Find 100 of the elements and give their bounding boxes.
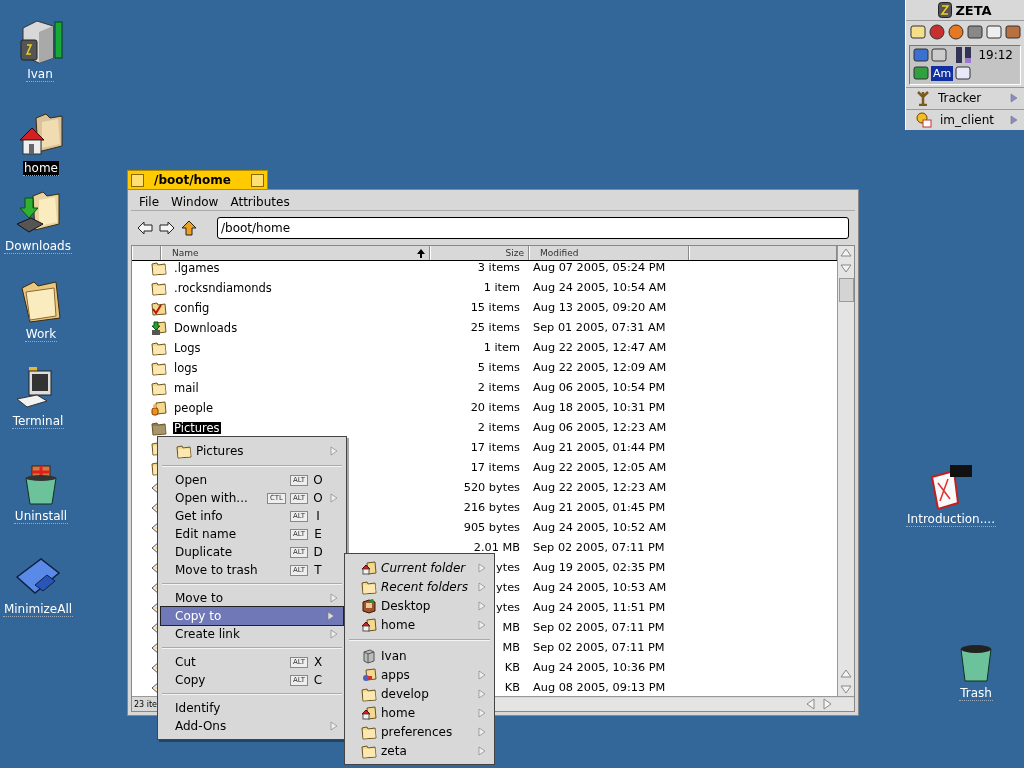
menu-item[interactable]: Recent folders xyxy=(345,577,494,596)
file-size: 3 items xyxy=(477,262,520,274)
menu-title[interactable]: File xyxy=(139,194,160,209)
file-name[interactable]: .lgames xyxy=(173,262,221,274)
desktop-icon-label[interactable]: Ivan xyxy=(26,67,54,82)
folder-icon xyxy=(361,578,377,595)
back-arrow-icon[interactable] xyxy=(137,220,153,236)
menu-item[interactable]: home xyxy=(345,615,494,634)
file-name[interactable]: people xyxy=(173,402,214,414)
menu-title[interactable]: Attributes xyxy=(230,194,290,209)
desktop-icon-label[interactable]: Uninstall xyxy=(13,509,69,524)
parent-folder-icon[interactable] xyxy=(181,220,197,236)
folder-icon xyxy=(151,420,167,436)
scroll-right-arrow-icon[interactable] xyxy=(820,697,834,711)
deskbar-app-item[interactable]: im_client xyxy=(906,108,1024,130)
file-name[interactable]: logs xyxy=(173,362,199,374)
file-name[interactable]: .rocksndiamonds xyxy=(173,282,273,294)
desktop-icon-label[interactable]: home xyxy=(23,161,59,176)
file-size: 2 items xyxy=(477,382,520,394)
menu-item[interactable]: home xyxy=(345,703,494,722)
file-date: Aug 22 2005, 12:23 AM xyxy=(532,482,668,494)
desktop-icon-label[interactable]: Terminal xyxy=(11,414,65,429)
file-date: Aug 19 2005, 02:35 PM xyxy=(532,562,667,574)
download-folder-icon xyxy=(151,320,167,336)
figure-icon xyxy=(916,90,930,107)
file-date: Aug 24 2005, 10:54 AM xyxy=(532,282,668,294)
column-header[interactable]: Name xyxy=(161,246,430,260)
scroll-down-arrow-icon[interactable] xyxy=(839,682,853,696)
shortcut-key: E xyxy=(312,527,324,541)
menu-item[interactable]: zeta xyxy=(345,741,494,760)
menu-item[interactable]: Current folder xyxy=(345,558,494,577)
shortcut-key: C xyxy=(312,673,324,687)
file-date: Aug 22 2005, 12:05 AM xyxy=(532,462,668,474)
file-name[interactable]: Logs xyxy=(173,342,202,354)
meter-icon xyxy=(955,46,973,64)
file-size: MB xyxy=(502,642,520,654)
menu-item[interactable]: Copy to xyxy=(161,607,343,625)
menu-item[interactable]: apps xyxy=(345,665,494,684)
file-date: Aug 24 2005, 11:51 PM xyxy=(532,602,667,614)
vertical-scrollbar[interactable] xyxy=(837,246,854,696)
deskbar-app-item[interactable]: Tracker xyxy=(906,87,1024,109)
scroll-up-arrow-icon[interactable] xyxy=(839,667,853,681)
file-date: Aug 06 2005, 12:23 AM xyxy=(532,422,668,434)
menu-item[interactable]: Add-Ons xyxy=(158,717,346,735)
submenu-arrow-icon xyxy=(478,726,486,737)
file-size: 1 item xyxy=(483,282,520,294)
logo-text[interactable]: ZETA xyxy=(955,2,992,18)
window-tab[interactable]: /boot/home xyxy=(127,170,268,189)
submenu-arrow-icon xyxy=(478,619,486,630)
file-name[interactable]: Downloads xyxy=(173,322,239,334)
desktop-icon-label[interactable]: Work xyxy=(24,327,58,342)
folder-icon xyxy=(176,443,192,459)
menu-title[interactable]: Window xyxy=(171,194,219,209)
path-field[interactable]: /boot/home xyxy=(217,217,849,239)
submenu-arrow-icon xyxy=(330,446,338,456)
menu-item[interactable]: Move to xyxy=(158,589,346,607)
submenu-arrow-icon xyxy=(478,688,486,699)
input-method-indicator[interactable]: Am xyxy=(931,65,954,81)
scroll-up-arrow-icon[interactable] xyxy=(839,246,853,260)
submenu-arrow-icon xyxy=(478,745,486,756)
house-folder-icon xyxy=(361,704,377,721)
file-date: Aug 22 2005, 12:47 AM xyxy=(532,342,668,354)
folder-icon xyxy=(151,261,167,276)
file-date: Sep 02 2005, 07:11 PM xyxy=(532,622,666,634)
zoom-button[interactable] xyxy=(251,173,264,187)
column-header[interactable]: Size xyxy=(430,246,529,260)
scroll-thumb[interactable] xyxy=(838,278,854,302)
file-date: Sep 02 2005, 07:11 PM xyxy=(532,542,666,554)
file-size: 17 items xyxy=(470,442,520,454)
menu-item[interactable]: Ivan xyxy=(345,646,494,665)
file-size: 520 bytes xyxy=(463,482,520,494)
file-size: 25 items xyxy=(470,322,520,334)
file-date: Aug 18 2005, 10:31 PM xyxy=(532,402,667,414)
submenu-arrow-icon xyxy=(330,721,338,731)
menu-item[interactable]: develop xyxy=(345,684,494,703)
file-name[interactable]: config xyxy=(173,302,211,314)
clock[interactable]: 19:12 xyxy=(977,48,1017,62)
desktop-icon-label[interactable]: Downloads xyxy=(4,239,72,254)
column-header[interactable]: Modified xyxy=(529,246,689,260)
desktop-icon-label[interactable]: MinimizeAll xyxy=(2,602,74,617)
file-date: Aug 24 2005, 10:52 AM xyxy=(532,522,668,534)
desktop-icon-label[interactable]: Introduction.... xyxy=(906,512,996,527)
desktop-icon-label[interactable]: Trash xyxy=(959,686,993,701)
close-button[interactable] xyxy=(131,173,144,187)
file-name[interactable]: Pictures xyxy=(173,422,221,434)
menu-item[interactable]: preferences xyxy=(345,722,494,741)
submenu-arrow-icon xyxy=(1010,114,1018,125)
menu-item[interactable]: Identify xyxy=(158,699,346,717)
forward-arrow-icon[interactable] xyxy=(159,220,175,236)
scroll-left-arrow-icon[interactable] xyxy=(804,697,818,711)
menu-item[interactable]: Pictures xyxy=(158,441,346,461)
menu-item[interactable]: Create link xyxy=(158,625,346,643)
scroll-down-arrow-icon[interactable] xyxy=(839,261,853,275)
shortcut-key: O xyxy=(312,473,324,487)
menu-item[interactable]: Desktop xyxy=(345,596,494,615)
file-size: 2 items xyxy=(477,422,520,434)
shortcut-key: X xyxy=(312,655,324,669)
file-name[interactable]: mail xyxy=(173,382,200,394)
file-date: Aug 21 2005, 01:44 PM xyxy=(532,442,667,454)
logo-icon xyxy=(938,2,953,18)
